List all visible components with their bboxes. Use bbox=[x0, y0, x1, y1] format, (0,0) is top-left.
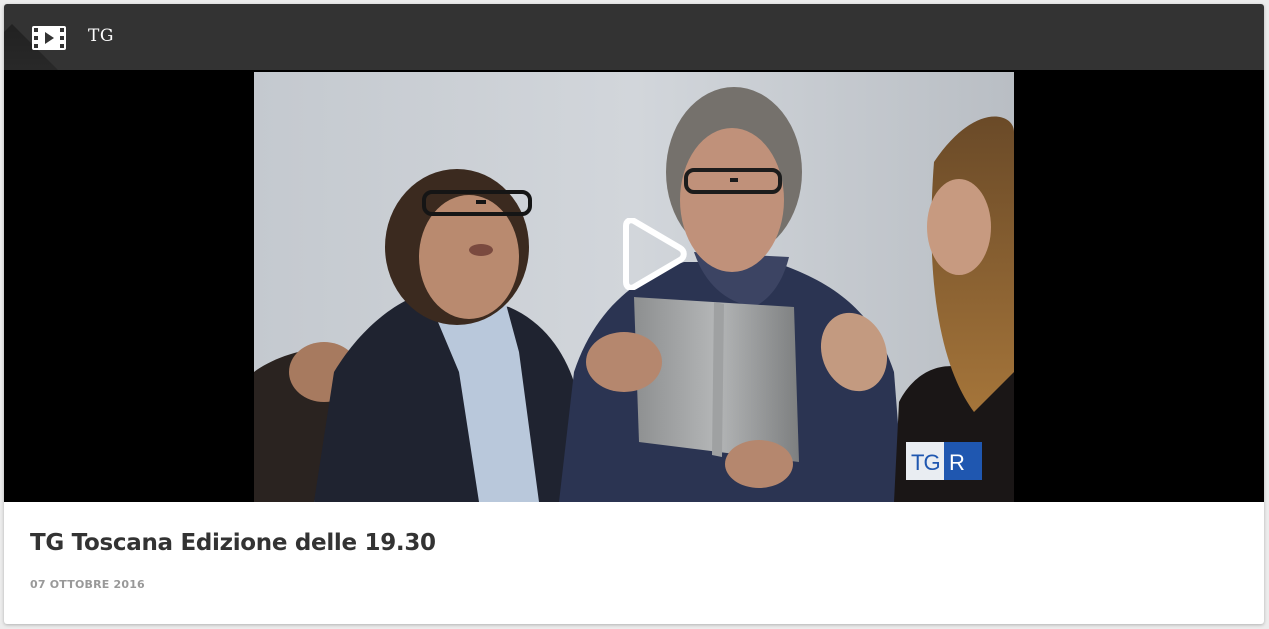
play-icon[interactable] bbox=[616, 218, 688, 290]
section-title: TG bbox=[88, 26, 114, 46]
tgr-logo: TG R bbox=[906, 442, 982, 480]
film-icon bbox=[32, 26, 66, 50]
video-info: TG Toscana Edizione delle 19.30 07 OTTOB… bbox=[4, 502, 1264, 624]
svg-text:R: R bbox=[949, 450, 965, 475]
video-card: TG TG R TG Toscana Edizione delle 19.30 … bbox=[4, 4, 1264, 624]
svg-text:TG: TG bbox=[911, 450, 940, 475]
card-header: TG bbox=[4, 4, 1264, 70]
publish-date: 07 OTTOBRE 2016 bbox=[30, 578, 145, 591]
video-player[interactable]: TG R bbox=[4, 70, 1264, 502]
video-title[interactable]: TG Toscana Edizione delle 19.30 bbox=[30, 530, 436, 556]
